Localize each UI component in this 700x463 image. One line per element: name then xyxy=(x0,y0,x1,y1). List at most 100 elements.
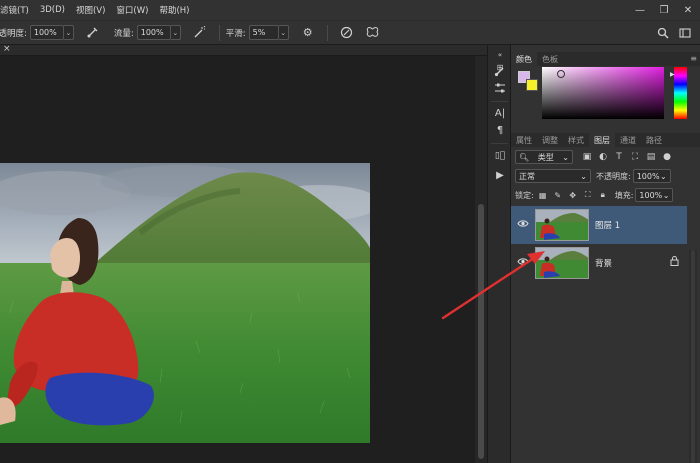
adjustments-icon[interactable] xyxy=(492,80,508,96)
picker-cursor-icon[interactable] xyxy=(557,70,565,78)
tab-paths[interactable]: 路径 xyxy=(641,133,667,147)
play-actions-icon[interactable]: ▶ xyxy=(492,167,508,183)
smoothing-field[interactable]: 5% xyxy=(248,25,279,40)
layer-row[interactable]: 背景 xyxy=(511,244,687,282)
shape-filter-icon[interactable]: ⛶ xyxy=(629,151,641,163)
chevron-down-icon: ⌄ xyxy=(562,152,569,162)
eye-icon[interactable] xyxy=(517,219,529,229)
type-filter-icon[interactable]: T xyxy=(613,151,625,163)
tab-swatches[interactable]: 色板 xyxy=(537,52,563,66)
canvas-area[interactable] xyxy=(0,56,475,463)
panel-menu-icon[interactable]: ≡ xyxy=(690,54,697,63)
smartobject-filter-icon[interactable]: ▤ xyxy=(645,151,657,163)
layer-panel-tabs: 属性 调整 样式 图层 通道 路径 xyxy=(511,133,700,147)
tab-properties[interactable]: 属性 xyxy=(511,133,537,147)
search-icon[interactable] xyxy=(655,25,671,41)
panels-column: 颜色 色板 ≡ ▶ 属性 调整 样式 图层 通道 路径 🔍︎ 类型 ⌄ ▣ ◐ … xyxy=(510,45,700,463)
lock-image-icon[interactable]: ✎ xyxy=(552,189,564,201)
menu-help[interactable]: 帮助(H) xyxy=(155,4,193,16)
layer-name[interactable]: 背景 xyxy=(595,257,612,269)
minimize-button[interactable]: — xyxy=(628,0,652,20)
lock-row: 锁定: ▦ ✎ ✥ ⛶ 🔒︎ 填充: 100% ⌄ xyxy=(515,187,674,203)
photo-canvas[interactable] xyxy=(0,163,370,443)
hue-marker-icon[interactable]: ▶ xyxy=(670,71,675,78)
lock-position-icon[interactable]: ✥ xyxy=(567,189,579,201)
tab-adjustments[interactable]: 调整 xyxy=(537,133,563,147)
tab-color[interactable]: 颜色 xyxy=(511,52,537,66)
search-icon: 🔍︎ xyxy=(519,152,530,162)
maximize-button[interactable]: ❐ xyxy=(652,0,676,20)
canvas-scroll-thumb[interactable] xyxy=(478,204,484,459)
layers-scroll-thumb[interactable] xyxy=(691,250,695,463)
menu-window[interactable]: 窗口(W) xyxy=(112,4,152,16)
tab-layers[interactable]: 图层 xyxy=(589,133,615,147)
fill-label: 填充: xyxy=(614,190,634,200)
clone-source-icon[interactable]: ▯⃞ xyxy=(492,148,508,164)
lock-transparent-icon[interactable]: ▦ xyxy=(537,189,549,201)
separator xyxy=(218,24,220,41)
filter-toggle-icon[interactable]: ● xyxy=(661,151,673,163)
window-controls: — ❐ ✕ xyxy=(628,0,700,20)
chevron-down-icon: ⌄ xyxy=(660,171,667,181)
menu-filter[interactable]: 滤镜(T) xyxy=(0,4,33,16)
menu-3d[interactable]: 3D(D) xyxy=(36,5,69,15)
lock-all-icon[interactable]: 🔒︎ xyxy=(597,189,609,201)
chevron-down-icon: ⌄ xyxy=(580,171,587,181)
smoothing-dropdown-icon[interactable]: ⌄ xyxy=(278,25,289,40)
blend-mode-select[interactable]: 正常 ⌄ xyxy=(515,169,591,183)
layer-thumbnail xyxy=(535,247,589,279)
layer-opacity-value: 100% xyxy=(636,171,660,181)
gear-icon[interactable]: ⚙ xyxy=(300,25,316,41)
layer-filter-row: 🔍︎ 类型 ⌄ ▣ ◐ T ⛶ ▤ ● xyxy=(515,149,673,165)
pressure-size-icon[interactable] xyxy=(339,25,355,41)
options-right xyxy=(652,25,696,41)
brush-icon[interactable] xyxy=(492,63,508,79)
flow-dropdown-icon[interactable]: ⌄ xyxy=(170,25,181,40)
fill-value: 100% xyxy=(639,190,663,200)
separator xyxy=(491,143,508,144)
symmetry-butterfly-icon[interactable] xyxy=(365,25,381,41)
separator xyxy=(326,24,328,41)
layer-row[interactable]: 图层 1 xyxy=(511,206,687,244)
adjustment-filter-icon[interactable]: ◐ xyxy=(597,151,609,163)
layer-opacity-label: 不透明度: xyxy=(596,171,631,181)
tab-styles[interactable]: 样式 xyxy=(563,133,589,147)
airbrush-icon[interactable] xyxy=(192,25,208,41)
color-picker-field[interactable] xyxy=(542,67,664,119)
flow-label: 流量: xyxy=(113,28,134,39)
opacity-dropdown-icon[interactable]: ⌄ xyxy=(63,25,74,40)
filter-kind-label: 类型 xyxy=(537,152,554,162)
flow-field[interactable]: 100% xyxy=(136,25,171,40)
layer-thumbnail xyxy=(535,209,589,241)
layers-scrollbar[interactable] xyxy=(689,250,697,463)
canvas-scrollbar[interactable] xyxy=(475,56,487,463)
eye-icon[interactable] xyxy=(517,257,529,267)
panel-tool-strip: « ⊞ A| ¶ ▯⃞ ▶ xyxy=(487,45,510,463)
hue-slider[interactable]: ▶ xyxy=(670,67,687,119)
pressure-opacity-icon[interactable] xyxy=(85,25,101,41)
paragraph-icon[interactable]: ¶ xyxy=(492,122,508,138)
color-panel-tabs: 颜色 色板 ≡ xyxy=(511,52,700,66)
lock-icon[interactable] xyxy=(670,256,679,269)
artboard-icon[interactable]: ⛶ xyxy=(582,189,594,201)
close-tab-icon[interactable]: × xyxy=(3,44,11,54)
pixel-filter-icon[interactable]: ▣ xyxy=(581,151,593,163)
layer-name[interactable]: 图层 1 xyxy=(595,219,620,231)
opacity-label: 不透明度: xyxy=(0,28,27,39)
opacity-field[interactable]: 100% xyxy=(29,25,64,40)
layer-filter-select[interactable]: 🔍︎ 类型 ⌄ xyxy=(515,150,573,164)
lock-label: 锁定: xyxy=(515,190,534,200)
background-color-swatch[interactable] xyxy=(526,79,538,91)
document-tab-strip: × xyxy=(0,44,487,56)
character-icon[interactable]: A| xyxy=(492,105,508,121)
fill-field[interactable]: 100% ⌄ xyxy=(635,188,674,202)
workspace-icon[interactable] xyxy=(677,25,693,41)
blend-row: 正常 ⌄ 不透明度: 100% ⌄ xyxy=(515,168,671,184)
menu-view[interactable]: 视图(V) xyxy=(72,4,109,16)
blend-mode-label: 正常 xyxy=(519,171,535,181)
tab-channels[interactable]: 通道 xyxy=(615,133,641,147)
layer-opacity-field[interactable]: 100% ⌄ xyxy=(632,169,671,183)
menu-bar: 滤镜(T) 3D(D) 视图(V) 窗口(W) 帮助(H) — ❐ ✕ xyxy=(0,0,700,20)
options-bar: 不透明度: 100% ⌄ 流量: 100% ⌄ 平滑: 5% ⌄ ⚙ xyxy=(0,20,700,45)
close-button[interactable]: ✕ xyxy=(676,0,700,20)
